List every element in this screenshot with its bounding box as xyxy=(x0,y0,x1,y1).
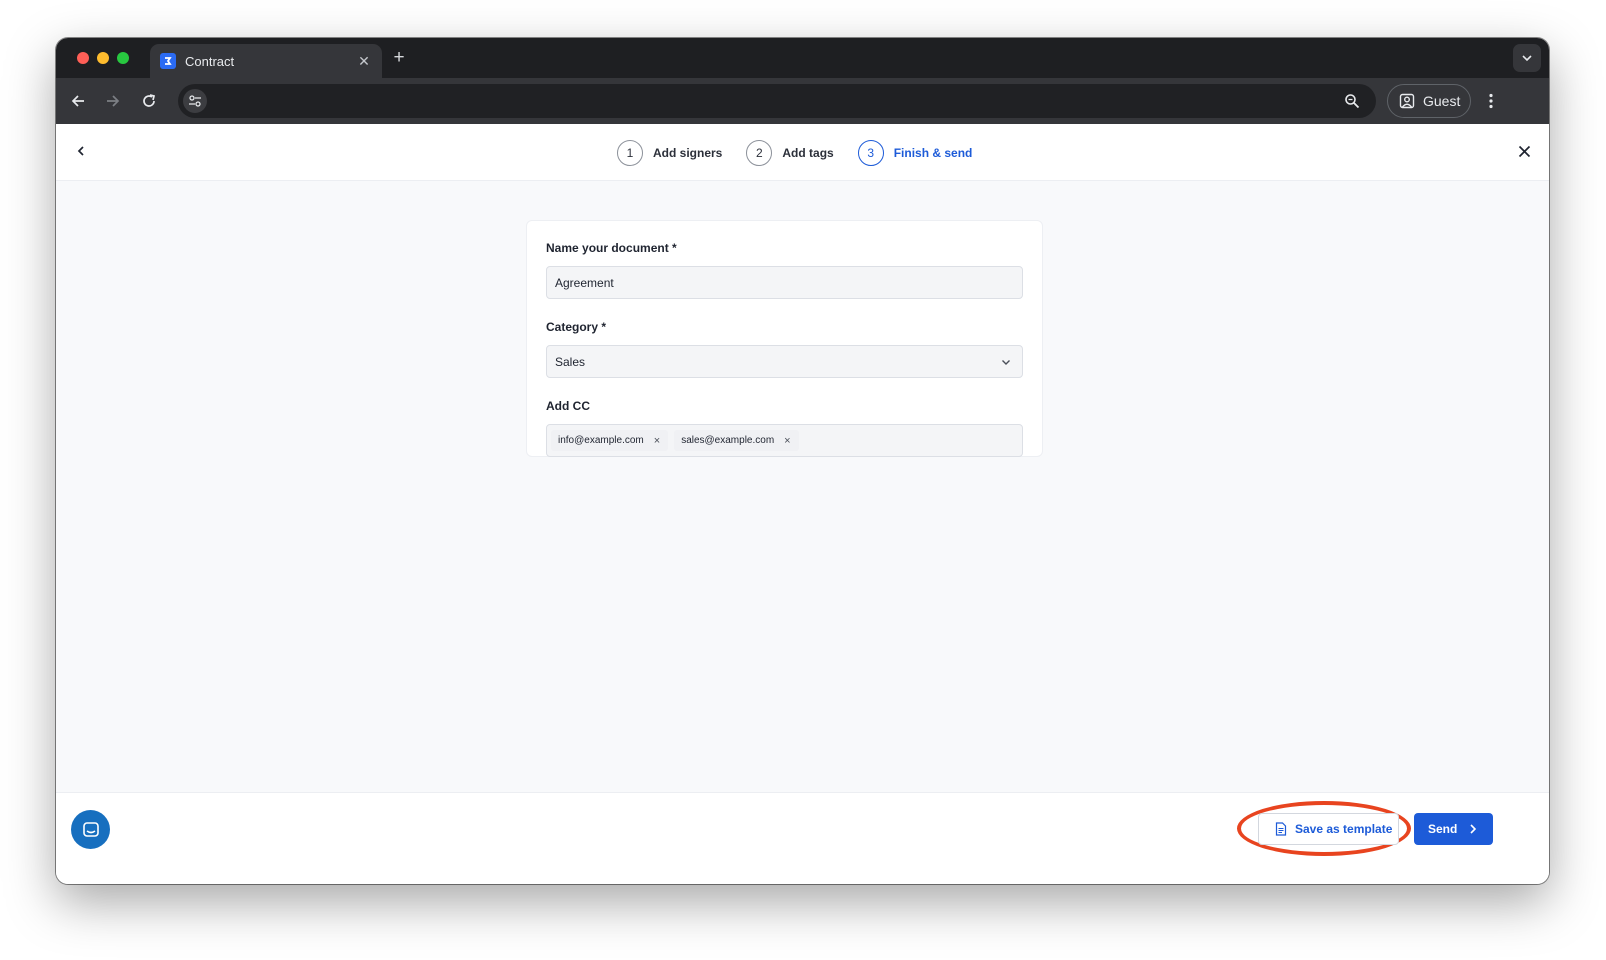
chevron-left-icon xyxy=(77,146,84,156)
browser-toolbar: Guest xyxy=(56,78,1549,124)
zoom-icon xyxy=(1345,94,1360,109)
more-vertical-icon xyxy=(1489,93,1493,109)
browser-tab[interactable]: Contract ✕ xyxy=(150,44,382,78)
cc-chip: info@example.com × xyxy=(551,430,669,451)
browser-menu-button[interactable] xyxy=(1479,89,1503,113)
back-nav-button[interactable] xyxy=(70,140,92,162)
reload-icon xyxy=(143,94,156,107)
step-label: Finish & send xyxy=(893,146,973,160)
maximize-window-button[interactable] xyxy=(117,52,129,64)
step-number: 2 xyxy=(746,140,773,166)
step-label: Add tags xyxy=(782,146,834,160)
document-name-label: Name your document * xyxy=(546,241,677,255)
back-button[interactable] xyxy=(66,89,90,113)
step-finish-send[interactable]: 3 Finish & send xyxy=(857,140,973,166)
cc-chip-email: info@example.com xyxy=(558,435,644,446)
chat-icon xyxy=(82,821,99,837)
cc-input[interactable]: info@example.com × sales@example.com × xyxy=(546,424,1023,457)
step-number: 3 xyxy=(857,140,884,166)
document-icon xyxy=(1275,822,1287,836)
remove-chip-icon[interactable]: × xyxy=(784,435,790,447)
save-as-template-button[interactable]: Save as template xyxy=(1258,813,1399,845)
step-number: 1 xyxy=(617,140,643,166)
browser-window: Contract ✕ + Guest 1 Add signers 2 Add t… xyxy=(56,38,1549,884)
save-as-template-label: Save as template xyxy=(1295,822,1393,836)
wizard-footer: Save as template Send xyxy=(56,792,1549,884)
document-details-card: Name your document * Agreement Category … xyxy=(526,220,1043,457)
profile-button[interactable]: Guest xyxy=(1387,84,1471,118)
zoom-button[interactable] xyxy=(1340,89,1364,113)
chevron-down-icon xyxy=(1000,356,1012,368)
minimize-window-button[interactable] xyxy=(97,52,109,64)
forward-button[interactable] xyxy=(101,89,125,113)
address-bar[interactable] xyxy=(178,84,1376,118)
category-label: Category * xyxy=(546,320,607,334)
app-favicon-icon xyxy=(160,53,176,69)
step-label: Add signers xyxy=(653,146,723,160)
arrow-left-icon xyxy=(71,95,84,107)
close-window-button[interactable] xyxy=(77,52,89,64)
wizard-header: 1 Add signers 2 Add tags 3 Finish & send xyxy=(56,124,1549,181)
tab-title: Contract xyxy=(185,53,235,69)
send-label: Send xyxy=(1428,822,1458,836)
reload-button[interactable] xyxy=(137,89,161,113)
chevron-right-icon xyxy=(1470,824,1477,834)
document-name-input[interactable]: Agreement xyxy=(546,266,1023,299)
profile-label: Guest xyxy=(1423,93,1461,109)
tab-close-icon[interactable]: ✕ xyxy=(356,53,372,70)
step-add-signers[interactable]: 1 Add signers xyxy=(617,140,722,166)
cc-chip: sales@example.com × xyxy=(674,430,799,451)
site-info-button[interactable] xyxy=(183,89,207,113)
person-icon xyxy=(1399,93,1415,109)
category-value: Sales xyxy=(555,354,586,369)
chevron-down-icon xyxy=(1522,55,1532,62)
tune-icon xyxy=(189,95,201,107)
tab-strip: Contract ✕ + xyxy=(56,38,1549,78)
step-add-tags[interactable]: 2 Add tags xyxy=(746,140,834,166)
chat-support-button[interactable] xyxy=(71,810,110,849)
new-tab-button[interactable]: + xyxy=(389,48,409,68)
close-wizard-button[interactable] xyxy=(1513,140,1535,162)
remove-chip-icon[interactable]: × xyxy=(654,435,660,447)
send-button[interactable]: Send xyxy=(1414,813,1493,845)
arrow-right-icon xyxy=(107,95,120,107)
close-icon xyxy=(1518,145,1530,157)
tab-search-button[interactable] xyxy=(1513,44,1541,72)
category-select[interactable]: Sales xyxy=(546,345,1023,378)
wizard-steps: 1 Add signers 2 Add tags 3 Finish & send xyxy=(617,140,996,166)
cc-chip-email: sales@example.com xyxy=(681,435,775,446)
add-cc-label: Add CC xyxy=(546,399,590,413)
